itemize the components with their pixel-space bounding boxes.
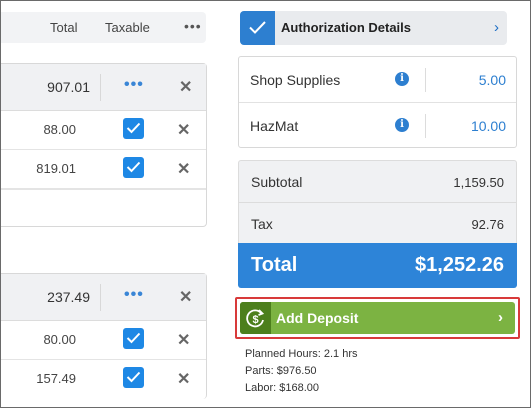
dollar-refresh-icon: $ — [240, 302, 271, 334]
divider — [425, 68, 426, 92]
line-item-group: 907.01 ••• ✕ 88.00 ✕ 819.01 ✕ — [1, 63, 207, 227]
line-item-row: 819.01 ✕ — [1, 150, 206, 189]
add-deposit-label: Add Deposit — [276, 310, 359, 326]
line-item-amount: 157.49 — [36, 371, 76, 386]
line-item-row: 88.00 ✕ — [1, 111, 206, 150]
grand-total-row: Total $1,252.26 — [238, 243, 517, 288]
checkmark-icon — [249, 21, 266, 34]
parts-total: Parts: $976.50 — [245, 365, 317, 377]
fee-name: Shop Supplies — [250, 72, 341, 88]
group-total: 907.01 — [47, 79, 90, 95]
add-deposit-button[interactable]: $ Add Deposit › — [240, 302, 515, 334]
column-header-taxable: Taxable — [105, 20, 150, 35]
fee-value-link[interactable]: 10.00 — [471, 118, 506, 134]
divider — [425, 114, 426, 138]
checkmark-icon — [126, 371, 141, 383]
fee-name: HazMat — [250, 118, 299, 134]
column-header-total: Total — [50, 20, 78, 35]
taxable-checkbox[interactable] — [123, 118, 144, 139]
total-label: Total — [251, 254, 298, 276]
more-options-icon[interactable]: ••• — [184, 18, 202, 34]
subtotal-value: 1,159.50 — [453, 175, 504, 190]
remove-group-icon[interactable]: ✕ — [179, 77, 192, 97]
authorization-details-label: Authorization Details — [281, 20, 412, 35]
taxable-checkbox[interactable] — [123, 157, 144, 178]
fees-list: Shop Supplies i 5.00 HazMat i 10.00 — [238, 56, 517, 148]
fee-row-hazmat: HazMat i 10.00 — [239, 102, 516, 147]
checkmark-icon — [126, 161, 141, 173]
tax-value: 92.76 — [471, 217, 504, 232]
remove-line-icon[interactable]: ✕ — [177, 369, 190, 389]
line-item-amount: 819.01 — [36, 161, 76, 176]
info-icon[interactable]: i — [395, 72, 409, 86]
chevron-right-icon: › — [498, 309, 503, 326]
subtotal-row: Subtotal 1,159.50 — [239, 161, 516, 202]
total-value: $1,252.26 — [415, 254, 504, 276]
repair-order-panel: Total Taxable ••• 907.01 ••• ✕ 88.00 ✕ 8… — [0, 0, 531, 408]
line-item-amount: 80.00 — [43, 332, 76, 347]
planned-hours: Planned Hours: 2.1 hrs — [245, 348, 358, 360]
labor-total: Labor: $168.00 — [245, 382, 320, 394]
checkmark-icon — [126, 122, 141, 134]
more-options-icon[interactable]: ••• — [124, 76, 144, 94]
group-footer — [1, 189, 206, 226]
remove-line-icon[interactable]: ✕ — [177, 159, 190, 179]
taxable-checkbox[interactable] — [123, 367, 144, 388]
divider — [100, 74, 101, 101]
authorization-details-button[interactable]: Authorization Details › — [240, 11, 507, 45]
remove-line-icon[interactable]: ✕ — [177, 120, 190, 140]
tax-row: Tax 92.76 — [239, 202, 516, 243]
group-header: 237.49 ••• ✕ — [1, 274, 206, 321]
job-stats: Planned Hours: 2.1 hrs Parts: $976.50 La… — [245, 346, 358, 397]
group-total: 237.49 — [47, 289, 90, 305]
divider — [100, 284, 101, 311]
line-item-amount: 88.00 — [43, 122, 76, 137]
fee-value-link[interactable]: 5.00 — [479, 72, 506, 88]
remove-group-icon[interactable]: ✕ — [179, 287, 192, 307]
line-items-header: Total Taxable ••• — [1, 12, 206, 43]
more-options-icon[interactable]: ••• — [124, 286, 144, 304]
line-item-row: 157.49 ✕ — [1, 360, 206, 399]
line-item-row: 80.00 ✕ — [1, 321, 206, 360]
tax-label: Tax — [251, 216, 273, 232]
taxable-checkbox[interactable] — [123, 328, 144, 349]
checkmark-icon — [126, 332, 141, 344]
authorization-checkbox[interactable] — [240, 11, 275, 45]
remove-line-icon[interactable]: ✕ — [177, 330, 190, 350]
info-icon[interactable]: i — [395, 118, 409, 132]
svg-text:$: $ — [252, 314, 258, 326]
chevron-right-icon: › — [494, 19, 499, 36]
line-item-group: 237.49 ••• ✕ 80.00 ✕ 157.49 ✕ — [1, 273, 207, 399]
group-header: 907.01 ••• ✕ — [1, 64, 206, 111]
subtotal-label: Subtotal — [251, 174, 303, 190]
summary-panel: Subtotal 1,159.50 Tax 92.76 — [238, 160, 517, 243]
fee-row-shop-supplies: Shop Supplies i 5.00 — [239, 57, 516, 102]
